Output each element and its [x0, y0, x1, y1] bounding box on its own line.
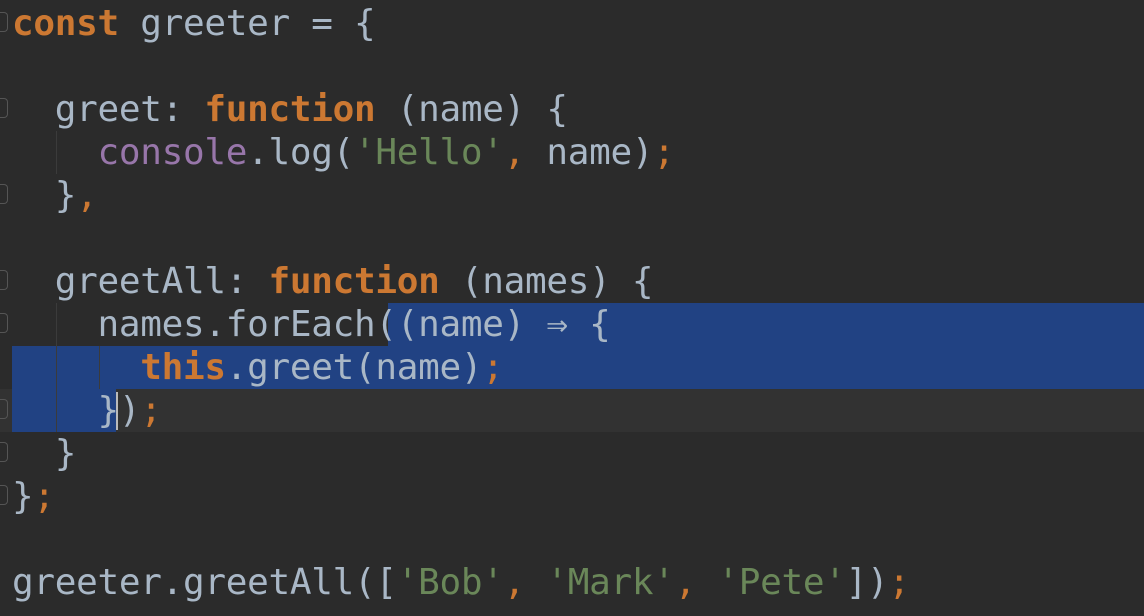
code-line[interactable]: console.log('Hello', name);	[12, 131, 675, 174]
code-line[interactable]: this.greet(name);	[12, 346, 504, 389]
fold-gutter	[0, 0, 10, 616]
fold-marker-icon[interactable]	[0, 184, 8, 204]
code-line[interactable]: }	[12, 432, 77, 475]
code-token: :	[225, 261, 248, 302]
code-token: name)	[525, 132, 654, 173]
code-token: this	[140, 347, 226, 388]
code-line[interactable]: greet: function (name) {	[12, 88, 568, 131]
code-token: ,	[503, 132, 526, 173]
code-token: 'Pete'	[717, 562, 846, 603]
fold-marker-icon[interactable]	[0, 98, 8, 118]
code-token: greetAll	[12, 261, 226, 302]
code-token: .greet(name)	[225, 347, 483, 388]
code-token: 'Bob'	[396, 562, 504, 603]
code-token: (name) ⇒ {	[396, 304, 611, 345]
code-token: }	[12, 476, 34, 517]
code-token: })	[12, 390, 141, 431]
code-token: greeter = {	[118, 3, 376, 44]
fold-marker-icon[interactable]	[0, 485, 8, 505]
current-line-highlight	[0, 389, 1144, 432]
code-line[interactable]: greeter.greetAll(['Bob', 'Mark', 'Pete']…	[12, 561, 910, 604]
code-token: ;	[140, 390, 162, 431]
code-token: greet	[12, 89, 162, 130]
code-token: function	[183, 89, 376, 130]
fold-marker-icon[interactable]	[0, 399, 8, 419]
fold-marker-icon[interactable]	[0, 313, 8, 333]
code-token: function	[247, 261, 440, 302]
code-line[interactable]: names.forEach((name) ⇒ {	[12, 303, 610, 346]
code-token: }	[12, 175, 77, 216]
code-token: console	[12, 132, 248, 173]
code-line[interactable]: const greeter = {	[12, 2, 376, 45]
code-token: const	[12, 3, 119, 44]
code-token: ;	[888, 562, 910, 603]
code-line[interactable]: });	[12, 389, 162, 432]
fold-marker-icon[interactable]	[0, 442, 8, 462]
code-token: :	[161, 89, 184, 130]
code-token: ,	[674, 562, 718, 603]
code-token: ])	[845, 562, 889, 603]
code-token: names.forEach(	[12, 304, 397, 345]
code-token: 'Hello'	[354, 132, 504, 173]
code-token: ;	[653, 132, 675, 173]
fold-marker-icon[interactable]	[0, 12, 8, 32]
code-token: (names) {	[439, 261, 654, 302]
code-line[interactable]: };	[12, 475, 55, 518]
code-token: 'Mark'	[546, 562, 675, 603]
fold-marker-icon[interactable]	[0, 270, 8, 290]
code-token: ,	[503, 562, 547, 603]
code-line[interactable]: greetAll: function (names) {	[12, 260, 654, 303]
text-caret	[116, 392, 118, 430]
code-token: greeter.greetAll([	[12, 562, 397, 603]
code-editor[interactable]: const greeter = { greet: function (name)…	[0, 0, 1144, 616]
code-token: (name) {	[375, 89, 568, 130]
code-token: ;	[33, 476, 55, 517]
code-token: .log(	[247, 132, 354, 173]
code-token: }	[12, 433, 77, 474]
code-token: ,	[76, 175, 98, 216]
code-line[interactable]: },	[12, 174, 98, 217]
code-token: ;	[482, 347, 504, 388]
